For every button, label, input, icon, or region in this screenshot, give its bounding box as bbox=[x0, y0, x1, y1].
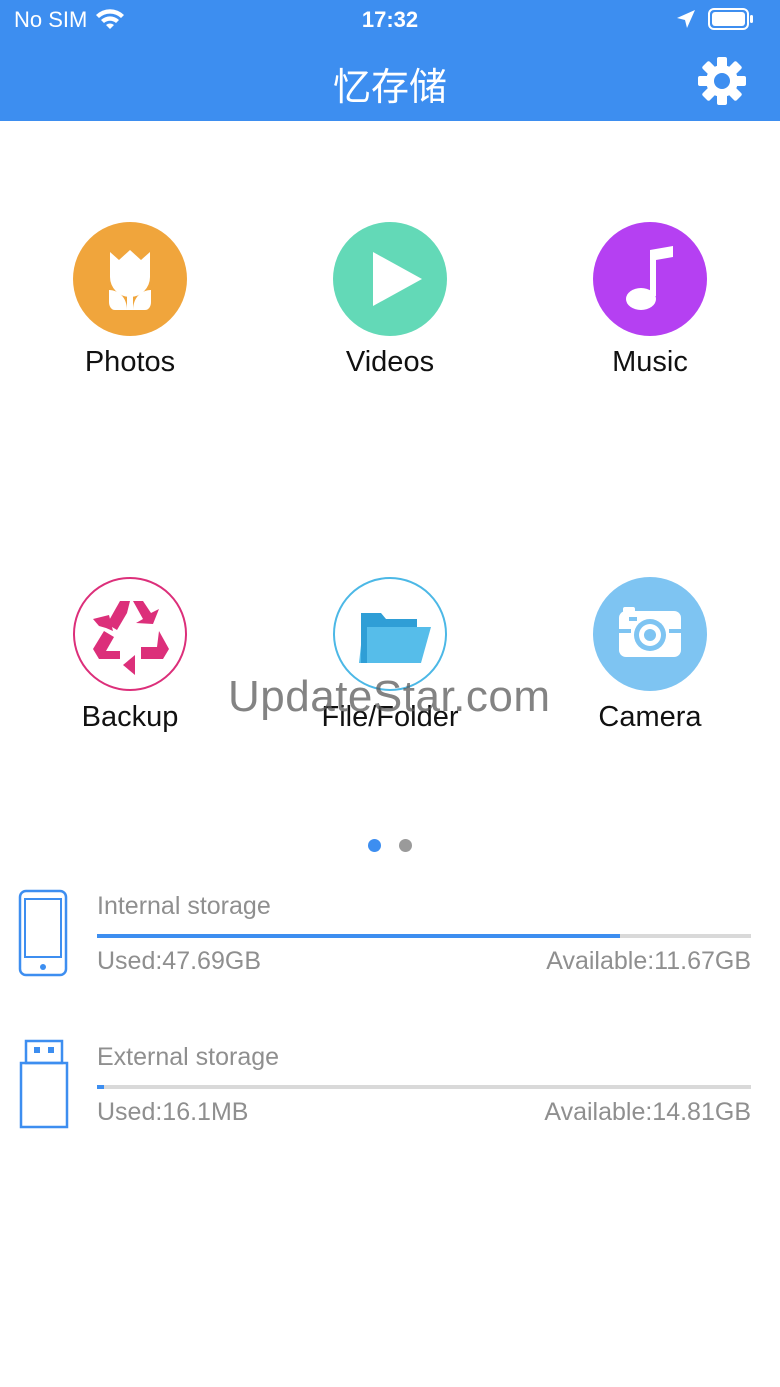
file-folder-tile[interactable]: File/Folder bbox=[290, 577, 490, 767]
photos-label: Photos bbox=[84, 346, 176, 378]
camera-tile[interactable]: Camera bbox=[550, 577, 750, 767]
external-storage-row[interactable]: External storage Used:16.1MB Available:1… bbox=[0, 1039, 780, 1143]
location-arrow-icon bbox=[677, 10, 695, 28]
videos-label: Videos bbox=[345, 346, 435, 378]
music-note-icon bbox=[626, 246, 673, 310]
backup-icon-circle bbox=[73, 577, 187, 691]
camera-icon bbox=[619, 607, 681, 657]
photos-icon-circle bbox=[73, 222, 187, 336]
app-header: No SIM 17:32 忆存储 bbox=[0, 0, 780, 121]
page-indicator[interactable] bbox=[0, 839, 780, 852]
settings-button[interactable] bbox=[697, 56, 747, 106]
backup-tile[interactable]: Backup bbox=[30, 577, 230, 767]
internal-storage-title: Internal storage bbox=[97, 892, 271, 920]
battery-icon bbox=[708, 8, 753, 30]
internal-used-label: Used:47.69GB bbox=[97, 947, 261, 975]
music-tile[interactable]: Music bbox=[550, 222, 750, 412]
music-label: Music bbox=[612, 346, 688, 378]
status-indicators bbox=[676, 8, 754, 30]
internal-available-label: Available:11.67GB bbox=[546, 947, 751, 975]
gear-icon bbox=[698, 57, 746, 105]
external-storage-bar bbox=[97, 1085, 751, 1089]
phone-icon bbox=[18, 889, 68, 977]
camera-label: Camera bbox=[598, 701, 702, 733]
status-time: 17:32 bbox=[361, 7, 419, 32]
page-dot-2[interactable] bbox=[399, 839, 412, 852]
internal-storage-bar bbox=[97, 934, 751, 938]
play-icon bbox=[373, 252, 422, 306]
internal-storage-fill bbox=[97, 934, 621, 938]
backup-label: Backup bbox=[81, 701, 179, 733]
usb-drive-icon bbox=[19, 1039, 69, 1129]
recycle-icon bbox=[93, 601, 169, 675]
external-used-label: Used:16.1MB bbox=[97, 1098, 249, 1126]
photos-tile[interactable]: Photos bbox=[30, 222, 230, 412]
internal-storage-row[interactable]: Internal storage Used:47.69GB Available:… bbox=[0, 889, 780, 992]
camera-icon-circle bbox=[593, 577, 707, 691]
tulip-icon bbox=[109, 250, 151, 310]
file-folder-icon-circle bbox=[333, 577, 447, 691]
videos-icon-circle bbox=[333, 222, 447, 336]
file-folder-label: File/Folder bbox=[321, 701, 459, 733]
external-available-label: Available:14.81GB bbox=[544, 1098, 751, 1126]
page-title: 忆存储 bbox=[332, 65, 447, 109]
page-dot-1[interactable] bbox=[368, 839, 381, 852]
folder-icon bbox=[359, 613, 431, 663]
external-storage-title: External storage bbox=[97, 1043, 280, 1071]
videos-tile[interactable]: Videos bbox=[290, 222, 490, 412]
external-storage-fill bbox=[97, 1085, 104, 1089]
music-icon-circle bbox=[593, 222, 707, 336]
